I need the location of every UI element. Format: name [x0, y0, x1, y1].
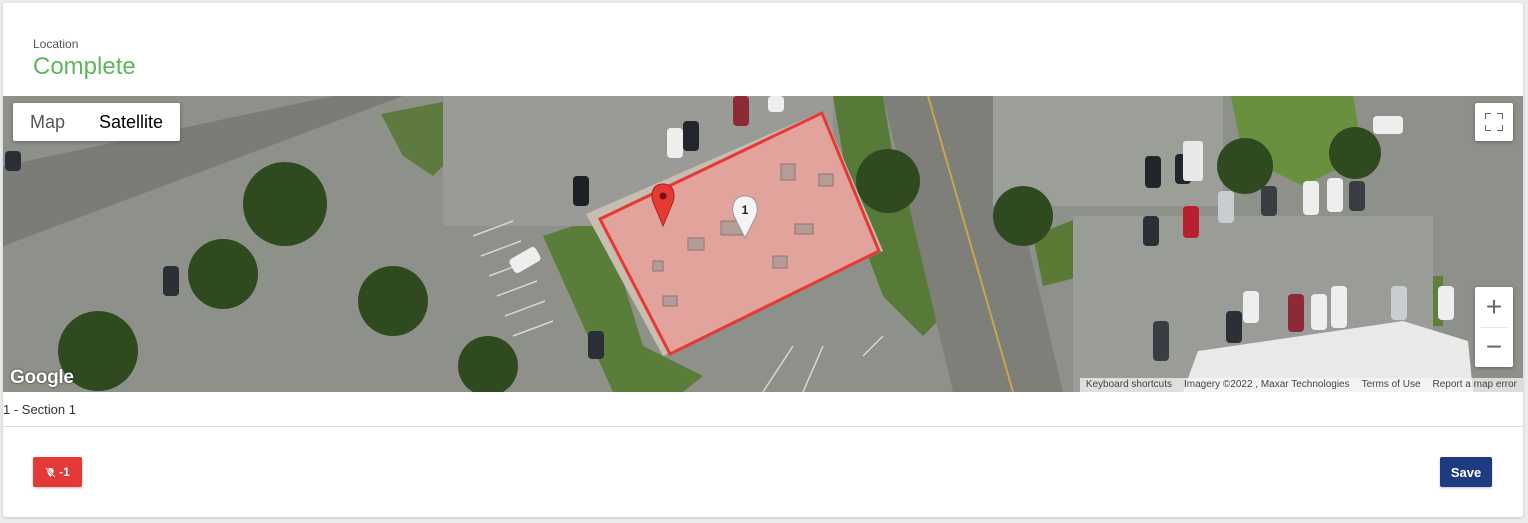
map-type-control: Map Satellite [13, 103, 181, 141]
report-map-error-link[interactable]: Report a map error [1427, 378, 1523, 392]
location-status: Complete [33, 53, 136, 80]
terms-of-use-link[interactable]: Terms of Use [1356, 378, 1427, 392]
imagery-credit: Imagery ©2022 , Maxar Technologies [1184, 379, 1350, 390]
zoom-out-button[interactable]: − [1475, 327, 1513, 367]
zoom-control: + − [1475, 287, 1513, 367]
location-header: Location Complete [33, 37, 136, 81]
fullscreen-icon [1485, 113, 1503, 131]
map-type-satellite-button[interactable]: Satellite [82, 103, 180, 141]
marker-off-icon [45, 466, 56, 478]
fullscreen-button[interactable] [1475, 103, 1513, 141]
zoom-in-button[interactable]: + [1475, 287, 1513, 327]
location-label: Location [33, 37, 79, 51]
location-card: Location Complete 1 Map Satellite + − Go… [3, 3, 1523, 517]
save-button[interactable]: Save [1440, 457, 1492, 487]
map-type-map-button[interactable]: Map [13, 103, 82, 141]
google-logo: Google [10, 367, 74, 388]
footer-divider [3, 426, 1523, 427]
zoom-divider [1481, 327, 1507, 328]
remove-marker-button[interactable]: -1 [33, 457, 82, 487]
satellite-imagery: 1 [3, 96, 1523, 392]
satellite-map[interactable]: 1 Map Satellite + − Google Keyboard shor… [3, 96, 1523, 392]
remove-marker-label: -1 [59, 465, 70, 479]
map-attribution: Keyboard shortcuts Imagery ©2022 , Maxar… [1079, 378, 1523, 392]
marker-label: 1 [742, 203, 749, 217]
keyboard-shortcuts-link[interactable]: Keyboard shortcuts [1080, 378, 1178, 392]
section-caption: 1 - Section 1 [3, 402, 76, 417]
